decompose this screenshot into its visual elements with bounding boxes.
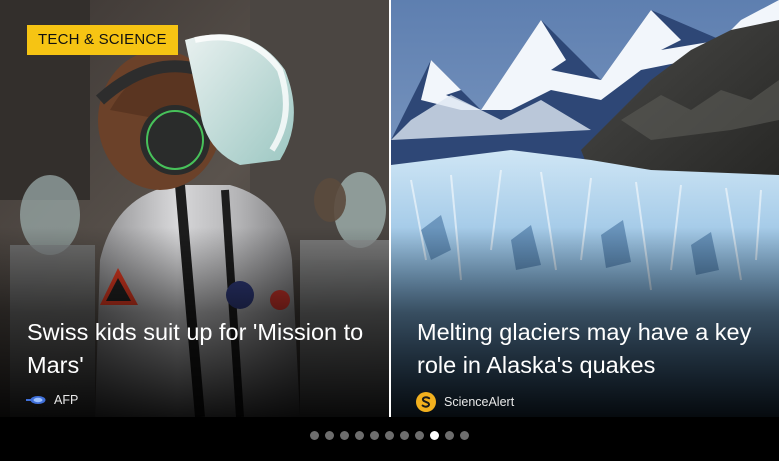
carousel-pager xyxy=(0,431,779,440)
pager-dot[interactable] xyxy=(310,431,319,440)
sciencealert-logo-icon xyxy=(416,392,436,412)
news-carousel: TECH & SCIENCE Swiss kids suit up for 'M… xyxy=(0,0,779,461)
source-afp[interactable]: AFP xyxy=(26,393,78,407)
headline-glaciers[interactable]: Melting glaciers may have a key role in … xyxy=(417,316,757,382)
pager-dot[interactable] xyxy=(445,431,454,440)
pager-dot[interactable] xyxy=(400,431,409,440)
pager-dot[interactable] xyxy=(370,431,379,440)
pager-dot[interactable] xyxy=(385,431,394,440)
category-badge[interactable]: TECH & SCIENCE xyxy=(27,25,178,55)
headline-swiss-kids[interactable]: Swiss kids suit up for 'Mission to Mars' xyxy=(27,316,372,382)
afp-logo-icon xyxy=(26,395,46,405)
source-name: ScienceAlert xyxy=(444,395,515,409)
pager-dot[interactable] xyxy=(430,431,439,440)
pager-dot[interactable] xyxy=(460,431,469,440)
pager-dot[interactable] xyxy=(340,431,349,440)
pager-dot[interactable] xyxy=(415,431,424,440)
pager-dot[interactable] xyxy=(355,431,364,440)
news-card-swiss-kids[interactable]: TECH & SCIENCE Swiss kids suit up for 'M… xyxy=(0,0,389,417)
pager-dot[interactable] xyxy=(325,431,334,440)
source-name: AFP xyxy=(54,393,79,407)
news-card-glaciers[interactable]: Melting glaciers may have a key role in … xyxy=(391,0,779,417)
source-sciencealert[interactable]: ScienceAlert xyxy=(416,392,514,412)
